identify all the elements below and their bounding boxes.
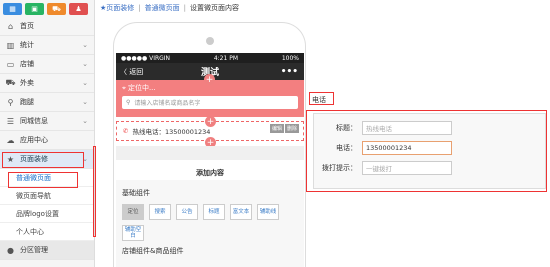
breadcrumb-level2[interactable]: 普通微页面 — [145, 3, 180, 13]
cloud-icon: ☁ — [6, 135, 15, 145]
highlight-box-submenu — [8, 172, 78, 188]
field-input[interactable]: 13500001234 — [362, 141, 452, 155]
sidebar-item-label: 统计 — [20, 41, 34, 49]
sidebar-item-label: 店铺 — [20, 60, 34, 68]
field-input[interactable]: 热线电话 — [362, 121, 452, 135]
phone-status-bar: ●●●●● VIRGIN 4:21 PM 100% — [116, 53, 304, 63]
submenu-item-2[interactable]: 品牌logo设置 — [0, 205, 94, 223]
field-label: 拨打提示： — [322, 164, 357, 172]
search-icon: ⚲ — [126, 99, 131, 106]
monitor-icon: ▭ — [6, 59, 15, 69]
component-buttons: 定位 搜索 公告 标题 富文本 辅助线辅助空白 — [122, 204, 298, 241]
status-time: 4:21 PM — [213, 54, 239, 62]
chevron-down-icon: ⌄ — [82, 98, 88, 106]
submenu-item-3[interactable]: 个人中心 — [0, 223, 94, 241]
more-icon[interactable]: ••• — [281, 67, 298, 77]
form-row-2: 拨打提示： 一键拨打 — [316, 161, 452, 175]
sidebar: ▦ ▣ ⛟ ♟ ⌂ 首页 ▥ 统计 ⌄ ▭ 店铺 ⌄ ⛟ 外卖 ⌄ ⚲ 跑腿 ⌄ ☰ 同城信息 ⌄ ☁ 应用中心 ★ 页面装修… — [0, 0, 95, 267]
hotline-text: 热线电话：13500001234 — [132, 128, 211, 136]
delete-button[interactable]: 删除 — [284, 124, 299, 133]
component-button-3[interactable]: 标题 — [203, 204, 225, 220]
chevron-down-icon: ⌄ — [82, 41, 88, 49]
sidebar-item-6[interactable]: ☁ 应用中心 — [0, 131, 94, 150]
search-input[interactable]: ⚲ 请输入店铺名或商品名字 — [122, 96, 298, 109]
breadcrumb-home[interactable]: ★页面装修 — [100, 3, 134, 13]
sidebar-item-0[interactable]: ⌂ 首页 — [0, 17, 94, 36]
component-button-0[interactable]: 定位 — [122, 204, 144, 220]
add-above-icon[interactable]: + — [205, 116, 216, 127]
sidebar-bottom: ● 分区管理 — [0, 241, 94, 260]
top-icon-bar: ▦ ▣ ⛟ ♟ — [0, 0, 94, 17]
carrier-text: ●●●●● VIRGIN — [121, 54, 171, 62]
highlight-box-sidebar-edge — [93, 146, 96, 237]
chevron-down-icon: ⌄ — [82, 117, 88, 125]
circle-icon: ● — [7, 245, 14, 255]
block-edit-buttons: 编辑 删除 — [269, 124, 299, 133]
component-button-2[interactable]: 公告 — [176, 204, 198, 220]
submenu-item-1[interactable]: 微页面导航 — [0, 187, 94, 205]
folder-icon[interactable]: ▣ — [25, 3, 44, 15]
sidebar-nav: ⌂ 首页 ▥ 统计 ⌄ ▭ 店铺 ⌄ ⛟ 外卖 ⌄ ⚲ 跑腿 ⌄ ☰ 同城信息 ⌄ ☁ 应用中心 ★ 页面装修 ⌄ — [0, 17, 94, 169]
sidebar-item-zone[interactable]: ● 分区管理 — [0, 241, 94, 260]
sidebar-item-3[interactable]: ⛟ 外卖 ⌄ — [0, 74, 94, 93]
sidebar-item-label: 分区管理 — [20, 246, 48, 254]
phone-empty-area — [116, 146, 304, 160]
breadcrumb-separator: | — [138, 4, 141, 12]
back-button[interactable]: 〈 返回 — [120, 67, 143, 77]
shirt-icon[interactable]: ♟ — [69, 3, 88, 15]
sidebar-item-1[interactable]: ▥ 统计 ⌄ — [0, 36, 94, 55]
field-label: 电话： — [336, 144, 357, 152]
component-button-6[interactable]: 辅助空白 — [122, 225, 144, 241]
sidebar-item-2[interactable]: ▭ 店铺 ⌄ — [0, 55, 94, 74]
breadcrumb-separator: | — [183, 4, 186, 12]
breadcrumb: ★页面装修 | 普通微页面 | 设置微页面内容 — [100, 3, 239, 13]
panel-title: 电话 — [312, 96, 326, 104]
component-button-5[interactable]: 辅助线 — [257, 204, 279, 220]
field-input[interactable]: 一键拨打 — [362, 161, 452, 175]
grid-icon[interactable]: ▦ — [3, 3, 22, 15]
highlight-box-decoration — [2, 152, 84, 168]
phone-icon: ✆ — [123, 127, 129, 135]
location-pin-icon: ⌖ — [122, 83, 126, 92]
add-content-heading: 添加内容 — [196, 169, 224, 177]
breadcrumb-current: 设置微页面内容 — [190, 4, 239, 12]
add-above-icon[interactable]: + — [204, 74, 215, 85]
chart-icon: ▥ — [6, 40, 15, 50]
form-row-1: 电话： 13500001234 — [316, 141, 452, 155]
form-row-0: 标题： 热线电话 — [316, 121, 452, 135]
chevron-down-icon: ⌄ — [82, 79, 88, 87]
basic-components-title: 基础组件 — [122, 189, 150, 197]
sidebar-item-label: 跑腿 — [20, 98, 34, 106]
battery-text: 100% — [281, 54, 299, 62]
edit-button[interactable]: 编辑 — [269, 124, 284, 133]
sidebar-item-5[interactable]: ☰ 同城信息 ⌄ — [0, 112, 94, 131]
home-icon: ⌂ — [7, 21, 14, 31]
location-search-block[interactable]: ⌖ 定位中... ⚲ 请输入店铺名或商品名字 + — [116, 74, 304, 117]
phone-camera-icon — [206, 37, 214, 45]
field-label: 标题： — [336, 124, 357, 132]
phone-hotline-block[interactable]: ✆ 热线电话：13500001234 编辑 删除 + + — [116, 116, 304, 148]
sidebar-item-4[interactable]: ⚲ 跑腿 ⌄ — [0, 93, 94, 112]
sidebar-item-label: 同城信息 — [20, 117, 48, 125]
app-root: ▦ ▣ ⛟ ♟ ⌂ 首页 ▥ 统计 ⌄ ▭ 店铺 ⌄ ⛟ 外卖 ⌄ ⚲ 跑腿 ⌄ ☰ 同城信息 ⌄ ☁ 应用中心 ★ 页面装修… — [0, 0, 550, 267]
cart-icon[interactable]: ⛟ — [47, 3, 66, 15]
sidebar-item-label: 外卖 — [20, 79, 34, 87]
sidebar-item-label: 首页 — [20, 22, 34, 30]
component-panel: 基础组件 定位 搜索 公告 标题 富文本 辅助线辅助空白 店铺组件&商品组件 — [116, 180, 304, 267]
sidebar-item-label: 应用中心 — [20, 136, 48, 144]
list-icon: ☰ — [6, 116, 15, 126]
truck-icon: ⛟ — [5, 78, 16, 87]
bike-icon: ⚲ — [7, 97, 14, 107]
chevron-down-icon: ⌄ — [82, 60, 88, 68]
shop-components-title: 店铺组件&商品组件 — [122, 247, 184, 255]
component-button-1[interactable]: 搜索 — [149, 204, 171, 220]
component-button-4[interactable]: 富文本 — [230, 204, 252, 220]
